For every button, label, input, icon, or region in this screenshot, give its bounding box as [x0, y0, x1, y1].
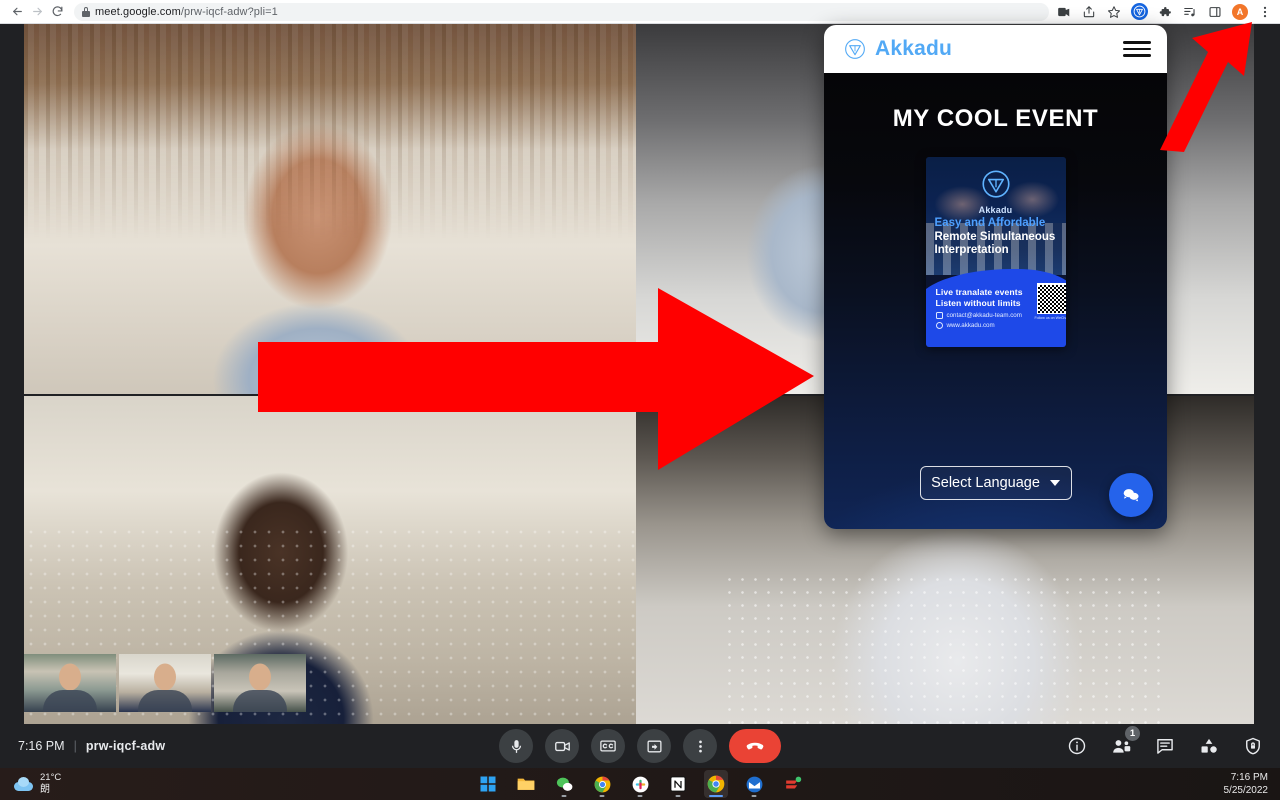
akkadu-panel-body: MY COOL EVENT Akkadu Easy and Affordable [824, 73, 1167, 529]
meeting-separator: | [73, 739, 77, 753]
weather-widget[interactable]: 21°C 朗 [14, 772, 62, 795]
profile-avatar[interactable]: A [1232, 3, 1248, 20]
taskbar-clock[interactable]: 7:16 PM 5/25/2022 [1224, 772, 1269, 797]
reload-icon[interactable] [48, 3, 66, 21]
share-icon[interactable] [1081, 4, 1097, 20]
event-title: MY COOL EVENT [892, 105, 1099, 132]
poster-logo-name: Akkadu [978, 205, 1013, 215]
slack-button[interactable] [628, 770, 652, 798]
meet-bottom-bar: 7:16 PM | prw-iqcf-adw 1 [0, 724, 1280, 768]
chat-bubble-icon[interactable] [1109, 473, 1153, 517]
chrome-menu-icon[interactable] [1257, 4, 1273, 20]
people-button[interactable]: 1 [1110, 726, 1140, 757]
poster-headline-line3: Interpretation [934, 244, 1009, 257]
akkadu-panel-header: Akkadu [824, 25, 1167, 73]
video-capture-icon[interactable] [1056, 4, 1072, 20]
leave-call-button[interactable] [729, 729, 781, 763]
select-language-dropdown[interactable]: Select Language [919, 466, 1072, 500]
host-controls-button[interactable] [1242, 735, 1264, 757]
thumbnail-tile[interactable] [24, 654, 116, 712]
meet-call-controls [499, 729, 781, 763]
poster-website-row: www.akkadu.com [935, 322, 1062, 330]
url-text: meet.google.com/prw-iqcf-adw?pli=1 [95, 5, 278, 18]
people-count-badge: 1 [1125, 726, 1140, 741]
poster-headline: Easy and Affordable Remote Simultaneous … [935, 217, 1059, 258]
captions-button[interactable] [591, 729, 625, 763]
clock-date: 5/25/2022 [1223, 784, 1269, 796]
weather-temperature: 21°C [40, 772, 62, 783]
present-button[interactable] [637, 729, 671, 763]
chat-button[interactable] [1154, 735, 1176, 757]
envelope-icon [935, 312, 943, 320]
poster-headline-line2: Remote Simultaneous [934, 230, 1056, 243]
akkadu-logo-icon [981, 170, 1011, 203]
red-arrow-pointing-right [258, 288, 814, 475]
poster-website: www.akkadu.com [946, 322, 995, 330]
poster-logo: Akkadu [961, 169, 1031, 215]
akkadu-extension-icon[interactable] [1131, 3, 1148, 20]
meet-right-controls: 1 [1066, 726, 1264, 757]
screen-root: meet.google.com/prw-iqcf-adw?pli=1 A Akk… [0, 0, 1280, 800]
akkadu-brand: Akkadu [844, 37, 952, 61]
red-arrow-pointing-to-extension [1140, 22, 1260, 157]
start-button[interactable] [476, 770, 500, 798]
taskbar-apps [476, 770, 804, 798]
akkadu-brand-name: Akkadu [875, 37, 953, 60]
browser-action-icons: A [1049, 3, 1280, 20]
forward-arrow-icon[interactable] [28, 3, 46, 21]
side-panel-icon[interactable] [1207, 4, 1223, 20]
extensions-puzzle-icon[interactable] [1157, 4, 1173, 20]
thumbnail-tile[interactable] [119, 654, 211, 712]
chrome-active-button[interactable] [704, 770, 728, 798]
meeting-details-button[interactable] [1066, 735, 1088, 757]
navigation-buttons [0, 3, 66, 21]
browser-toolbar: meet.google.com/prw-iqcf-adw?pli=1 A [0, 0, 1280, 24]
wechat-button[interactable] [552, 770, 576, 798]
outlook-button[interactable] [742, 770, 766, 798]
recorder-button[interactable] [780, 770, 804, 798]
chevron-down-icon [1049, 480, 1060, 486]
select-language-label: Select Language [931, 475, 1040, 491]
akkadu-logo-icon [844, 38, 866, 60]
file-explorer-button[interactable] [514, 770, 538, 798]
camera-button[interactable] [545, 729, 579, 763]
qr-code-icon [1036, 283, 1066, 314]
thumbnail-strip [24, 654, 306, 712]
weather-description: 朗 [40, 783, 50, 795]
back-arrow-icon[interactable] [8, 3, 26, 21]
chrome-button[interactable] [590, 770, 614, 798]
activities-button[interactable] [1198, 735, 1220, 757]
meeting-info: 7:16 PM | prw-iqcf-adw [18, 739, 165, 753]
microphone-button[interactable] [499, 729, 533, 763]
akkadu-extension-panel: Akkadu MY COOL EVENT Akkadu Easy and Aff… [824, 25, 1167, 529]
meeting-code: prw-iqcf-adw [85, 739, 166, 753]
poster-footer: Live tranalate events Listen without lim… [925, 269, 1066, 347]
qr-caption: Follow us on WeChat [1034, 316, 1066, 320]
windows-taskbar: 21°C 朗 7:16 PM 5/25/2022 [0, 768, 1280, 800]
lock-icon [82, 6, 90, 17]
reading-list-icon[interactable] [1182, 4, 1198, 20]
more-options-button[interactable] [683, 729, 717, 763]
globe-icon [935, 322, 943, 330]
address-bar[interactable]: meet.google.com/prw-iqcf-adw?pli=1 [74, 2, 1049, 21]
poster-email: contact@akkadu-team.com [946, 312, 1022, 320]
thumbnail-tile[interactable] [214, 654, 306, 712]
clock-time: 7:16 PM [1230, 772, 1268, 783]
bookmark-star-icon[interactable] [1106, 4, 1122, 20]
event-poster-image: Akkadu Easy and Affordable Remote Simult… [925, 157, 1066, 347]
notion-button[interactable] [666, 770, 690, 798]
cloud-icon [14, 777, 33, 792]
meeting-time: 7:16 PM [18, 739, 65, 753]
poster-headline-line1: Easy and Affordable [934, 217, 1046, 229]
